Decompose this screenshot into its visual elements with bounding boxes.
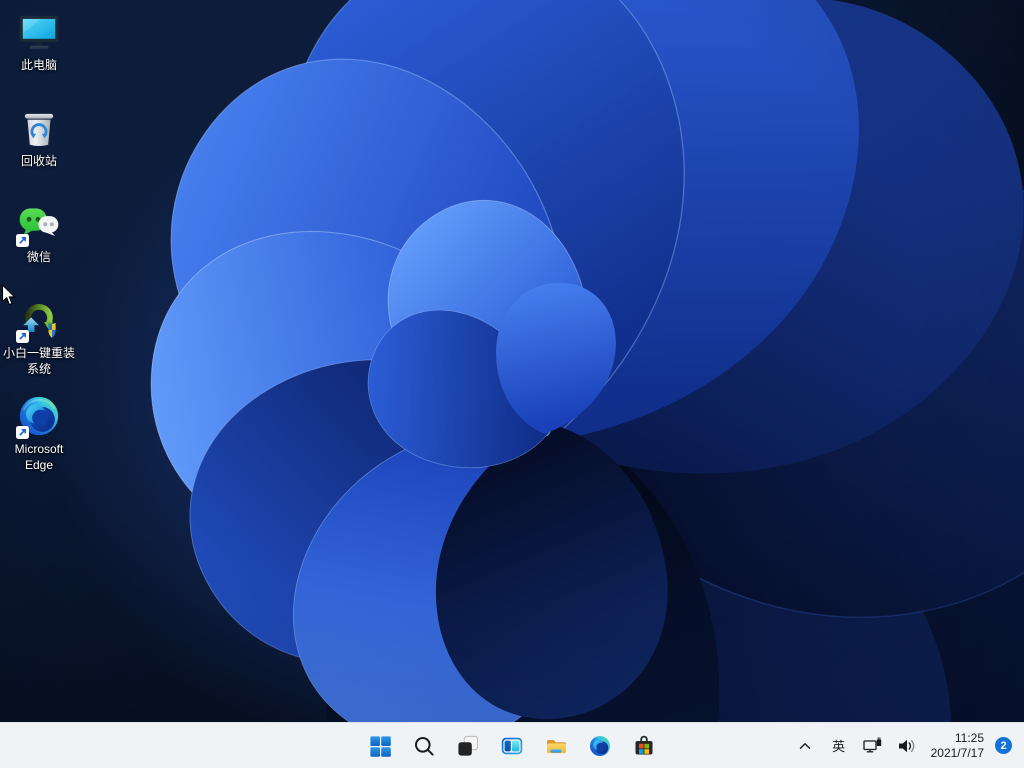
edge-button[interactable]	[580, 726, 620, 766]
recycle-bin-icon	[15, 104, 63, 152]
time-text: 11:25	[954, 730, 984, 745]
desktop-icon-xiaobai-reinstall[interactable]: 小白一键重装系统	[0, 296, 78, 377]
desktop-icon-label: 微信	[26, 250, 51, 264]
file-explorer-icon	[547, 739, 566, 753]
desktop-icon-this-pc[interactable]: 此电脑	[0, 8, 78, 73]
desktop-icon-label: Microsoft Edge	[14, 442, 64, 472]
taskbar-center-buttons	[358, 723, 666, 768]
mouse-cursor	[1, 284, 16, 306]
desktop-icon-recycle-bin[interactable]: 回收站	[0, 104, 78, 169]
desktop-icon-label: 此电脑	[20, 58, 57, 72]
xiaobai-reinstall-icon	[15, 296, 63, 344]
date-text: 2021/7/17	[930, 745, 984, 760]
search-icon	[415, 736, 434, 756]
network-button[interactable]	[856, 726, 890, 766]
shortcut-arrow-icon	[16, 426, 29, 439]
edge-icon	[590, 735, 610, 756]
this-pc-icon	[15, 8, 63, 56]
file-explorer-button[interactable]	[536, 726, 576, 766]
start-button[interactable]	[360, 726, 400, 766]
ime-label: 英	[832, 739, 846, 754]
widgets-button[interactable]	[492, 726, 532, 766]
ime-indicator[interactable]: 英	[822, 726, 856, 766]
chevron-up-icon	[799, 742, 810, 749]
volume-icon	[898, 739, 914, 752]
shortcut-arrow-icon	[16, 234, 29, 247]
widgets-icon	[501, 737, 523, 754]
wallpaper-bloom-image	[0, 0, 1024, 722]
desktop-icon-label: 小白一键重装系统	[2, 346, 75, 376]
desktop-icon-wechat[interactable]: 微信	[0, 200, 78, 265]
desktop-icon-label: 回收站	[20, 154, 57, 168]
system-tray: 英 11:25 2021/7/17 2	[788, 723, 1024, 768]
desktop-surface[interactable]: 此电脑 回收站 微信 小白一键重装系统 Microsoft Edge 英 11:…	[0, 0, 1024, 768]
volume-button[interactable]	[890, 726, 924, 766]
edge-icon	[15, 392, 63, 440]
windows-start-icon	[370, 735, 391, 757]
shortcut-arrow-icon	[16, 330, 29, 343]
microsoft-store-icon	[635, 735, 653, 754]
notification-count: 2	[1000, 739, 1007, 752]
microsoft-store-button[interactable]	[624, 726, 664, 766]
notification-badge[interactable]: 2	[995, 737, 1012, 754]
clock[interactable]: 11:25 2021/7/17	[924, 731, 991, 761]
taskbar: 英 11:25 2021/7/17 2	[0, 722, 1024, 768]
show-hidden-icons-button[interactable]	[788, 726, 822, 766]
search-button[interactable]	[404, 726, 444, 766]
task-view-button[interactable]	[448, 726, 488, 766]
desktop-icon-edge[interactable]: Microsoft Edge	[0, 392, 78, 473]
wechat-icon	[15, 200, 63, 248]
task-view-icon	[458, 735, 479, 756]
network-ethernet-icon	[862, 736, 881, 752]
